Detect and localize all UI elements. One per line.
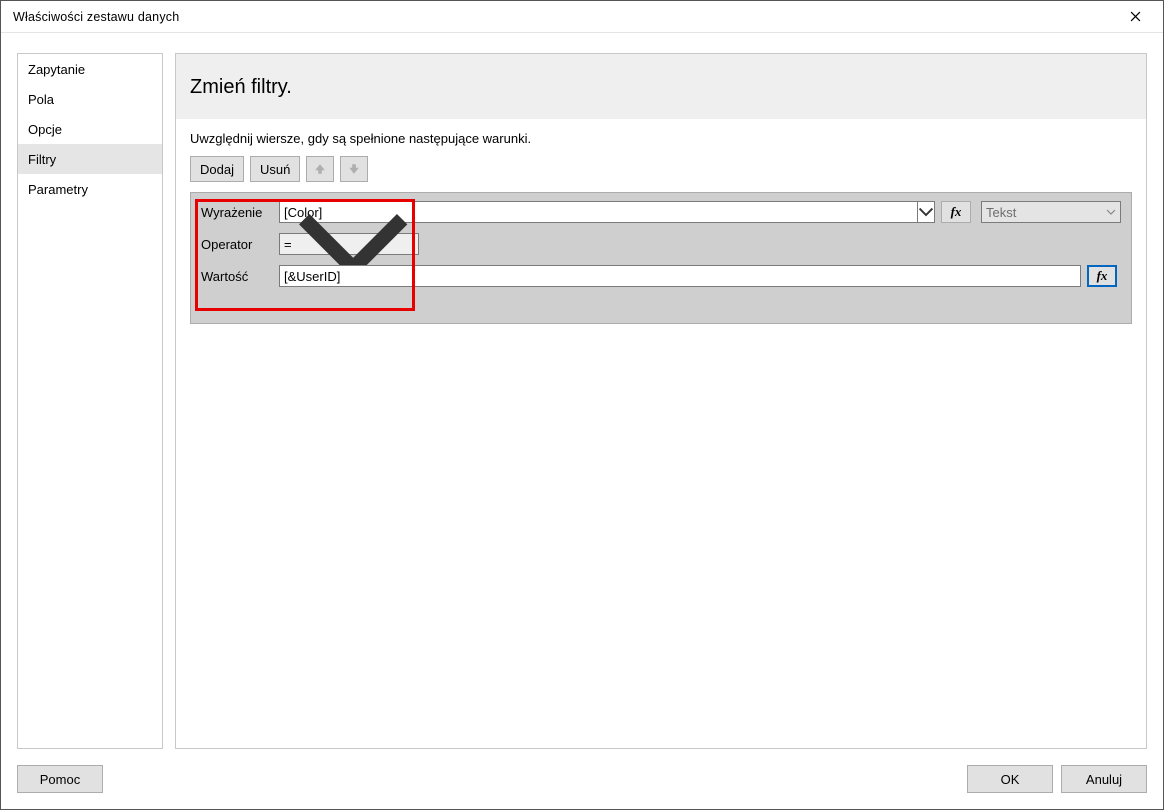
operator-value: = [284,237,292,252]
help-button[interactable]: Pomoc [17,765,103,793]
operator-label: Operator [201,237,273,252]
window-title: Właściwości zestawu danych [9,10,1115,24]
value-label: Wartość [201,269,273,284]
filter-row: Wyrażenie fx Tekst [191,193,1131,295]
dialog-window: Właściwości zestawu danych Zapytanie Pol… [0,0,1164,810]
add-button[interactable]: Dodaj [190,156,244,182]
expression-fx-button[interactable]: fx [941,201,971,223]
empty-space [190,328,1132,734]
expression-label: Wyrażenie [201,205,273,220]
close-button[interactable] [1115,1,1155,32]
type-combo-value: Tekst [986,205,1016,220]
content-area: Zapytanie Pola Opcje Filtry Parametry Zm… [17,53,1147,749]
value-input[interactable] [279,265,1081,287]
arrow-up-icon [314,163,326,175]
grid-padding [191,295,1131,323]
chevron-down-icon [918,207,934,217]
filter-toolbar: Dodaj Usuń [176,156,1146,192]
ok-button[interactable]: OK [967,765,1053,793]
sidebar: Zapytanie Pola Opcje Filtry Parametry [17,53,163,749]
title-bar: Właściwości zestawu danych [1,1,1163,33]
remove-button[interactable]: Usuń [250,156,300,182]
arrow-down-icon [348,163,360,175]
sidebar-item-filtry[interactable]: Filtry [18,144,162,174]
page-title: Zmień filtry. [176,54,1146,119]
move-up-button[interactable] [306,156,334,182]
value-fx-button[interactable]: fx [1087,265,1117,287]
sidebar-item-zapytanie[interactable]: Zapytanie [18,54,162,84]
instruction-text: Uwzględnij wiersze, gdy są spełnione nas… [176,119,1146,156]
sidebar-item-parametry[interactable]: Parametry [18,174,162,204]
chevron-down-icon [1106,209,1116,215]
expression-dropdown-button[interactable] [917,201,935,223]
type-combo[interactable]: Tekst [981,201,1121,223]
footer: Pomoc OK Anuluj [17,765,1147,793]
cancel-button[interactable]: Anuluj [1061,765,1147,793]
move-down-button[interactable] [340,156,368,182]
operator-combo[interactable]: = [279,233,419,255]
filters-grid: Wyrażenie fx Tekst [190,192,1132,324]
sidebar-item-pola[interactable]: Pola [18,84,162,114]
sidebar-item-opcje[interactable]: Opcje [18,114,162,144]
main-panel: Zmień filtry. Uwzględnij wiersze, gdy są… [175,53,1147,749]
